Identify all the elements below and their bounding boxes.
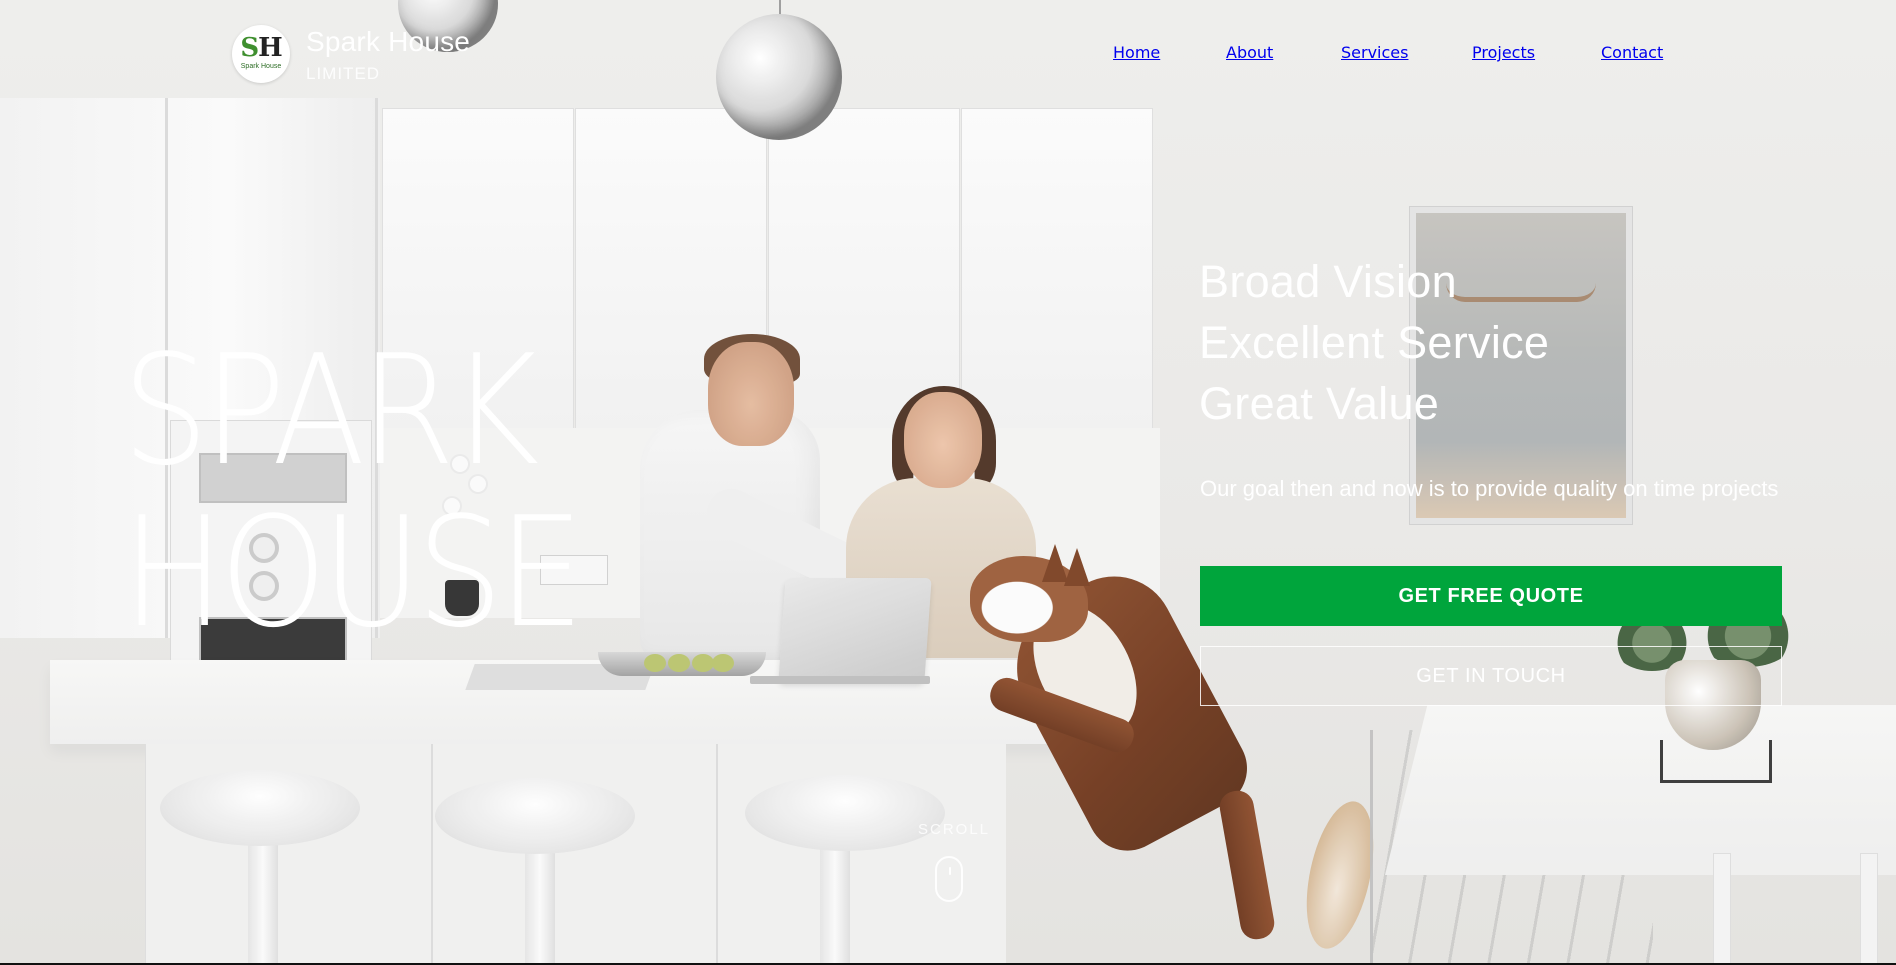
nav-contact[interactable]: Contact	[1601, 43, 1663, 62]
scroll-wheel	[949, 867, 951, 875]
get-free-quote-button[interactable]: GET FREE QUOTE	[1200, 566, 1782, 626]
logo-text: Spark House	[240, 63, 282, 70]
hero-title-line-1: SPARK	[122, 322, 539, 499]
hero-title-line-2: HOUSE	[122, 484, 584, 661]
brand-name[interactable]: Spark House	[306, 26, 470, 58]
hero-title: SPARK HOUSE	[122, 322, 584, 661]
scroll-label: SCROLL	[918, 821, 991, 838]
nav-about[interactable]: About	[1226, 43, 1273, 62]
nav-services[interactable]: Services	[1341, 43, 1408, 62]
brand-subtitle: LIMITED	[306, 64, 381, 83]
logo-letter-s: S	[240, 33, 259, 63]
goal-statement: Our goal then and now is to provide qual…	[1200, 476, 1779, 501]
nav-projects[interactable]: Projects	[1472, 43, 1535, 62]
tagline-2: Excellent Service	[1199, 317, 1550, 368]
get-in-touch-button[interactable]: GET IN TOUCH	[1200, 646, 1782, 706]
tagline-1: Broad Vision	[1199, 256, 1457, 307]
logo-icon[interactable]: SH Spark House	[232, 25, 290, 83]
tagline-3: Great Value	[1199, 378, 1440, 429]
mouse-scroll-icon[interactable]	[935, 856, 963, 902]
logo-mark: SH	[232, 35, 290, 61]
logo-letter-h: H	[258, 33, 283, 63]
nav-home[interactable]: Home	[1113, 43, 1160, 62]
hero-section: SH Spark House Spark House LIMITED Home …	[0, 0, 1896, 963]
